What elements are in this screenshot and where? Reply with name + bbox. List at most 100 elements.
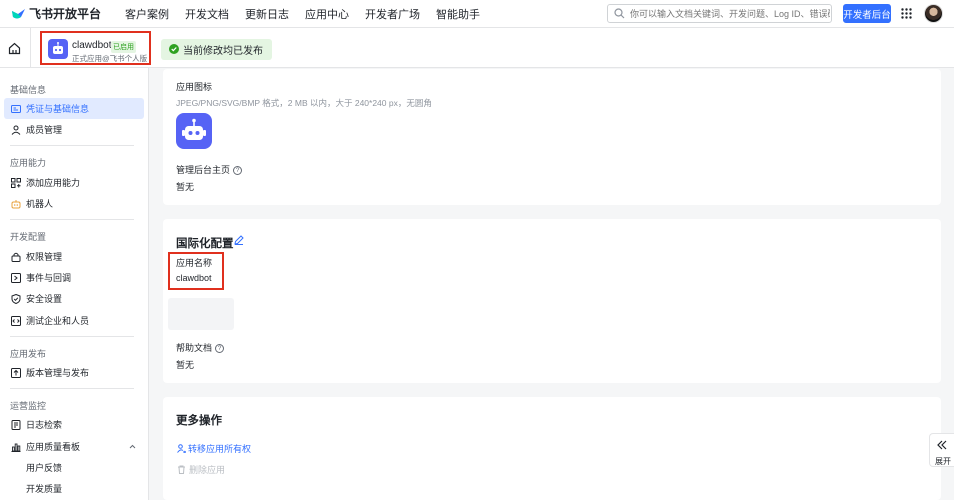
nav-changelog[interactable]: 更新日志	[245, 6, 289, 22]
highlight-box	[168, 252, 224, 290]
more-actions-card: 更多操作 转移应用所有权 删除应用	[163, 397, 941, 500]
divider	[10, 145, 134, 146]
sidebar-item-dev-quality[interactable]: 开发质量	[4, 478, 144, 499]
sidebar-item-label: 成员管理	[26, 125, 63, 135]
app-icon-preview[interactable]	[176, 113, 212, 149]
user-transfer-icon	[177, 444, 186, 453]
basic-info-card: 应用图标 JPEG/PNG/SVG/BMP 格式，2 MB 以内，大于 240*…	[163, 69, 941, 205]
homepage-value: 暂无	[176, 182, 195, 192]
sidebar-item-label: 安全设置	[26, 294, 63, 304]
brand-logo[interactable]: 飞书开放平台	[11, 5, 101, 22]
home-icon[interactable]	[8, 42, 21, 55]
group-ops-monitor: 运营监控	[10, 401, 47, 411]
sidebar-item-test-tenant[interactable]: 测试企业和人员	[4, 310, 144, 331]
sidebar-item-quality-board[interactable]: 应用质量看板	[4, 436, 144, 457]
sidebar-item-label: 版本管理与发布	[26, 368, 90, 378]
shield-icon	[11, 293, 21, 304]
group-basic-info: 基础信息	[10, 85, 47, 95]
help-doc-label: 帮助文档?	[176, 341, 225, 354]
sidebar-item-members[interactable]: 成员管理	[4, 119, 144, 140]
user-avatar[interactable]	[924, 4, 943, 23]
sidebar-item-label: 应用质量看板	[26, 442, 81, 452]
search-icon	[614, 8, 625, 19]
app-switcher[interactable]: clawdbot 已启用 正式应用@飞书个人版	[40, 31, 151, 65]
i18n-title: 国际化配置	[176, 238, 234, 250]
sidebar: 基础信息 凭证与基础信息 成员管理 应用能力 添加应用能力 机器人 开发配置 权…	[0, 68, 149, 500]
sidebar-item-events[interactable]: 事件与回调	[4, 267, 144, 288]
blurred-area	[168, 298, 234, 330]
nav-assistant[interactable]: 智能助手	[436, 6, 480, 22]
search-input[interactable]	[630, 8, 830, 19]
search-box[interactable]	[607, 4, 832, 23]
expand-panel-button[interactable]: 展开	[929, 433, 954, 467]
nav-docs[interactable]: 开发文档	[185, 6, 229, 22]
divider	[10, 219, 134, 220]
sidebar-item-robot[interactable]: 机器人	[4, 193, 144, 214]
sidebar-item-label: 权限管理	[26, 252, 63, 262]
group-dev-config: 开发配置	[10, 232, 47, 242]
sidebar-item-label: 添加应用能力	[26, 178, 81, 188]
sidebar-item-label: 日志检索	[26, 420, 63, 430]
main-nav: 客户案例 开发文档 更新日志 应用中心 开发者广场 智能助手	[125, 6, 496, 22]
app-name: clawdbot	[72, 40, 112, 51]
group-app-release: 应用发布	[10, 349, 47, 359]
edit-icon[interactable]	[234, 235, 244, 245]
transfer-ownership-link[interactable]: 转移应用所有权	[177, 442, 251, 455]
group-app-capability: 应用能力	[10, 158, 47, 168]
sidebar-item-security[interactable]: 安全设置	[4, 288, 144, 309]
sidebar-item-label: 凭证与基础信息	[26, 104, 90, 114]
app-header: clawdbot 已启用 正式应用@飞书个人版 当前修改均已发布	[0, 28, 954, 68]
chart-icon	[11, 443, 21, 452]
lock-icon	[11, 252, 21, 262]
sidebar-item-label: 测试企业和人员	[26, 316, 90, 326]
sidebar-item-credentials[interactable]: 凭证与基础信息	[4, 98, 144, 119]
robot-icon	[11, 199, 21, 208]
upload-icon	[11, 367, 21, 378]
log-icon	[11, 419, 21, 430]
i18n-card: 国际化配置 应用名称 clawdbot 帮助文档? 暂无	[163, 219, 941, 383]
sidebar-item-versions[interactable]: 版本管理与发布	[4, 362, 144, 383]
sidebar-item-log-search[interactable]: 日志检索	[4, 414, 144, 435]
chevron-up-icon[interactable]	[129, 443, 136, 450]
help-icon[interactable]: ?	[215, 344, 225, 354]
sidebar-item-user-feedback[interactable]: 用户反馈	[4, 457, 144, 478]
app-icon-hint: JPEG/PNG/SVG/BMP 格式，2 MB 以内，大于 240*240 p…	[176, 98, 432, 108]
nav-customer-cases[interactable]: 客户案例	[125, 6, 169, 22]
id-card-icon	[11, 104, 21, 113]
expand-label: 展开	[935, 457, 951, 466]
trash-icon	[178, 465, 185, 474]
delete-app-text: 删除应用	[189, 465, 226, 475]
nav-app-center[interactable]: 应用中心	[305, 6, 349, 22]
top-nav: 飞书开放平台 客户案例 开发文档 更新日志 应用中心 开发者广场 智能助手 开发…	[0, 0, 954, 28]
divider	[10, 388, 134, 389]
homepage-label-text: 管理后台主页	[176, 165, 231, 175]
sidebar-item-label: 用户反馈	[26, 463, 63, 473]
homepage-label: 管理后台主页?	[176, 163, 243, 176]
delete-app-button[interactable]: 删除应用	[177, 463, 225, 476]
check-circle-icon	[169, 44, 179, 54]
help-doc-value: 暂无	[176, 360, 195, 370]
transfer-ownership-text: 转移应用所有权	[188, 444, 252, 454]
code-icon	[11, 315, 21, 326]
status-badge: 已启用	[111, 41, 136, 53]
sidebar-item-label: 开发质量	[26, 484, 63, 494]
grid-add-icon	[11, 177, 21, 188]
sidebar-item-label: 机器人	[26, 199, 54, 209]
help-doc-label-text: 帮助文档	[176, 343, 213, 353]
member-icon	[11, 125, 21, 135]
dev-console-button[interactable]: 开发者后台	[843, 4, 891, 23]
more-actions-title: 更多操作	[176, 415, 222, 427]
divider	[10, 336, 134, 337]
event-icon	[11, 272, 21, 283]
sidebar-item-add-capability[interactable]: 添加应用能力	[4, 172, 144, 193]
nav-dev-square[interactable]: 开发者广场	[365, 6, 420, 22]
double-chevron-left-icon	[937, 440, 947, 450]
apps-grid-icon[interactable]	[901, 8, 912, 19]
help-icon[interactable]: ?	[233, 166, 243, 176]
brand-name: 飞书开放平台	[29, 7, 102, 21]
divider	[30, 28, 31, 68]
publish-status-banner: 当前修改均已发布	[161, 39, 272, 60]
sidebar-item-label: 事件与回调	[26, 273, 72, 283]
publish-status-text: 当前修改均已发布	[183, 46, 263, 57]
sidebar-item-permissions[interactable]: 权限管理	[4, 246, 144, 267]
